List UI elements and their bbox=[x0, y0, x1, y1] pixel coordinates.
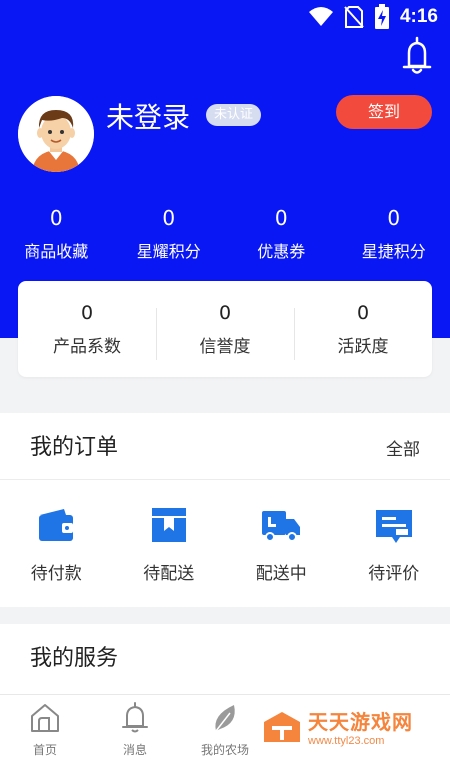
leaf-icon bbox=[215, 705, 235, 732]
home-icon bbox=[31, 704, 59, 732]
watermark-logo-icon bbox=[264, 711, 300, 742]
order-label: 待配送 bbox=[143, 564, 195, 584]
order-label: 待付款 bbox=[30, 564, 82, 584]
truck-icon bbox=[262, 511, 301, 542]
tab-messages[interactable]: 消息 bbox=[90, 695, 180, 760]
tab-label: 消息 bbox=[122, 743, 147, 757]
metric-product-coefficient: 0 产品系数 bbox=[18, 302, 156, 357]
tab-label: 首页 bbox=[32, 743, 57, 757]
tab-label: 我的农场 bbox=[200, 743, 249, 757]
metric-label: 活跃度 bbox=[337, 336, 389, 357]
metric-activity: 0 活跃度 bbox=[294, 301, 432, 360]
notification-bell-icon[interactable] bbox=[400, 36, 434, 76]
tab-home[interactable]: 首页 bbox=[0, 695, 90, 760]
stat-value: 0 bbox=[162, 206, 176, 230]
all-orders-link[interactable]: 全部 bbox=[386, 435, 420, 460]
username[interactable]: 未登录 bbox=[106, 96, 190, 136]
status-icons: 4:16 bbox=[308, 4, 438, 30]
stat-value: 0 bbox=[274, 206, 288, 230]
watermark-title: 天天游戏网 bbox=[308, 710, 413, 734]
tab-my-farm[interactable]: 我的农场 bbox=[180, 695, 270, 760]
stat-value: 0 bbox=[387, 206, 401, 230]
orders-title: 我的订单 bbox=[30, 435, 119, 460]
my-orders-section: 我的订单 全部 待付款 待配送 配送中 待评价 bbox=[0, 413, 450, 607]
stat-favorites[interactable]: 0 商品收藏 bbox=[0, 204, 113, 262]
order-in-delivery[interactable]: 配送中 bbox=[225, 503, 338, 584]
stat-label: 商品收藏 bbox=[24, 242, 89, 261]
stat-value: 0 bbox=[49, 206, 63, 230]
stat-xingjie-points[interactable]: 0 星捷积分 bbox=[338, 204, 450, 262]
battery-charging-icon bbox=[374, 4, 389, 29]
order-label: 待评价 bbox=[368, 564, 420, 584]
metric-value: 0 bbox=[218, 301, 232, 324]
divider bbox=[0, 479, 450, 480]
signin-button[interactable]: 签到 bbox=[336, 95, 432, 129]
no-sim-icon bbox=[344, 6, 364, 28]
watermark-url: www.ttyl23.com bbox=[308, 735, 385, 747]
order-pending-payment[interactable]: 待付款 bbox=[0, 503, 113, 584]
stat-label: 星捷积分 bbox=[361, 242, 426, 261]
comment-icon bbox=[375, 510, 412, 543]
my-services-section: 我的服务 bbox=[0, 624, 450, 694]
stat-label: 优惠券 bbox=[257, 242, 306, 261]
wallet-icon bbox=[39, 509, 74, 541]
metric-value: 0 bbox=[80, 301, 94, 324]
stat-label: 星耀积分 bbox=[136, 242, 201, 261]
avatar[interactable] bbox=[18, 96, 94, 172]
order-status-row: 待付款 待配送 配送中 待评价 bbox=[0, 503, 450, 584]
metrics-card: 0 产品系数 0 信誉度 0 活跃度 bbox=[18, 281, 432, 377]
status-bar: 4:16 bbox=[0, 0, 450, 36]
stat-coupons[interactable]: 0 优惠券 bbox=[225, 204, 338, 262]
status-time: 4:16 bbox=[399, 6, 438, 27]
order-pending-review[interactable]: 待评价 bbox=[338, 503, 450, 584]
watermark: 天天游戏网 www.ttyl23.com bbox=[262, 706, 413, 747]
auth-status-badge: 未认证 bbox=[206, 104, 262, 126]
package-icon bbox=[151, 508, 186, 542]
wifi-icon bbox=[308, 7, 333, 26]
stat-xingyao-points[interactable]: 0 星耀积分 bbox=[113, 204, 226, 262]
metric-label: 产品系数 bbox=[53, 336, 121, 357]
avatar-illustration bbox=[18, 96, 94, 172]
metric-label: 信誉度 bbox=[199, 336, 251, 357]
order-pending-delivery[interactable]: 待配送 bbox=[113, 503, 226, 584]
metric-credibility: 0 信誉度 bbox=[156, 301, 294, 360]
bell-icon bbox=[122, 702, 148, 733]
stats-row: 0 商品收藏 0 星耀积分 0 优惠券 0 星捷积分 bbox=[0, 204, 450, 262]
services-title: 我的服务 bbox=[30, 646, 119, 671]
order-label: 配送中 bbox=[255, 564, 307, 584]
metric-value: 0 bbox=[356, 301, 370, 324]
